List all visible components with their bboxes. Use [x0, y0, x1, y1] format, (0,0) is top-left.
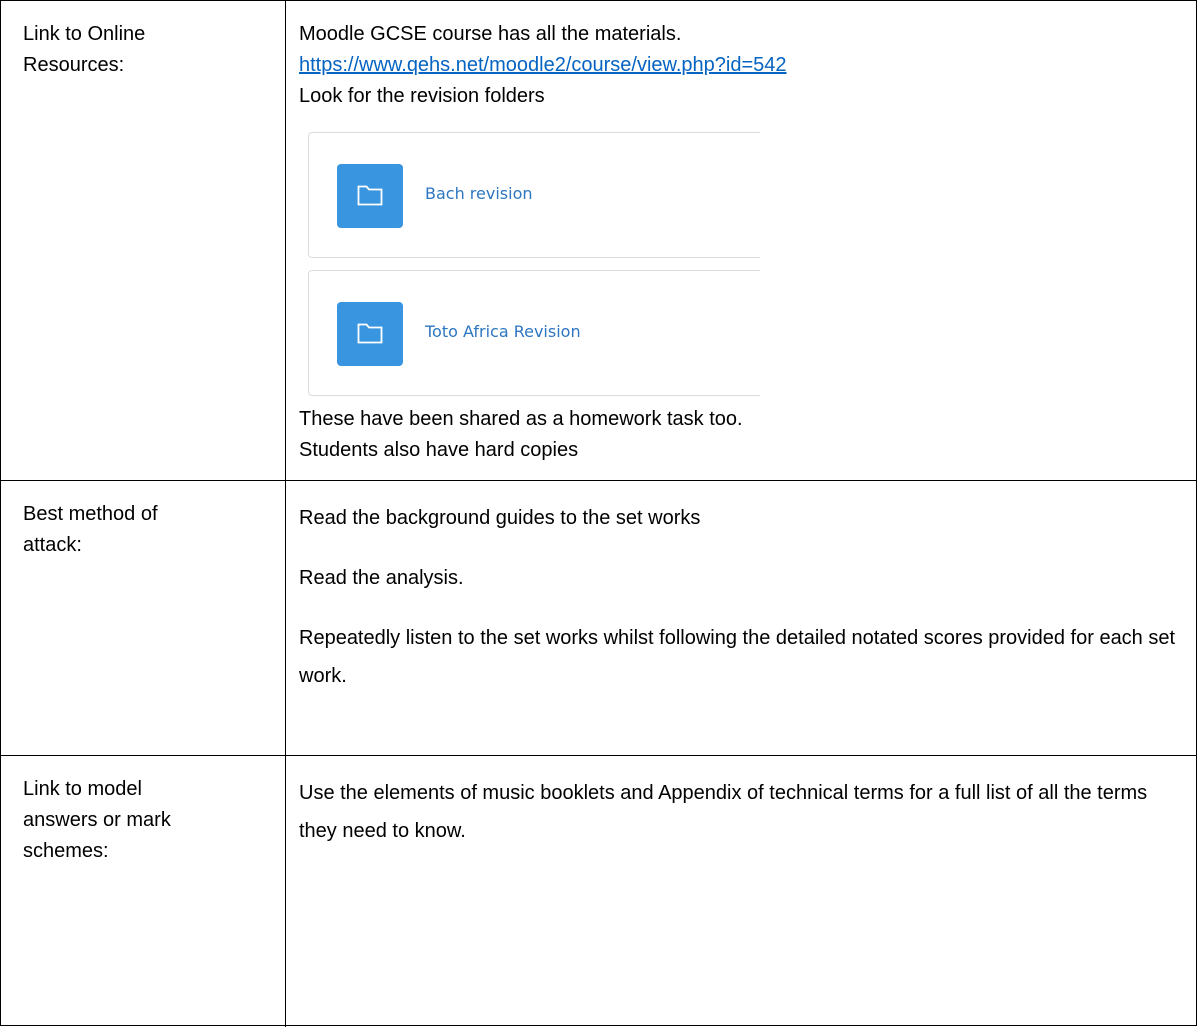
folder-link-toto-africa-revision[interactable]: Toto Africa Revision	[425, 322, 581, 341]
paragraph: Repeatedly listen to the set works whils…	[299, 627, 1176, 687]
folder-card-toto-africa-revision[interactable]: Toto Africa Revision	[308, 270, 760, 396]
table-row-model-answers: Link to model answers or mark schemes: U…	[1, 756, 1196, 1027]
homework-note: These have been shared as a homework tas…	[299, 408, 743, 430]
row-content-online-resources: Moodle GCSE course has all the materials…	[299, 19, 1179, 112]
row-label-model-answers: Link to model answers or mark schemes:	[23, 778, 171, 862]
paragraph: Read the analysis.	[299, 567, 464, 589]
look-for-text: Look for the revision folders	[299, 85, 545, 107]
resources-table: Link to Online Resources: Moodle GCSE co…	[0, 0, 1197, 1027]
paragraph: Read the background guides to the set wo…	[299, 507, 701, 529]
column-divider	[285, 1, 286, 480]
table-row-online-resources: Link to Online Resources: Moodle GCSE co…	[1, 1, 1196, 481]
hard-copies-note: Students also have hard copies	[299, 439, 579, 461]
row-content-best-method: Read the background guides to the set wo…	[299, 499, 1179, 695]
moodle-course-link[interactable]: https://www.qehs.net/moodle2/course/view…	[299, 50, 1179, 81]
paragraph: Use the elements of music booklets and A…	[299, 782, 1148, 842]
after-cards-text: These have been shared as a homework tas…	[299, 404, 1179, 466]
row-label-online-resources: Link to Online Resources:	[23, 23, 146, 76]
column-divider	[285, 481, 286, 755]
intro-text: Moodle GCSE course has all the materials…	[299, 23, 682, 45]
folder-card-bach-revision[interactable]: Bach revision	[308, 132, 760, 258]
column-divider	[285, 756, 286, 1027]
folder-link-bach-revision[interactable]: Bach revision	[425, 184, 533, 203]
row-label-best-method: Best method of attack:	[23, 503, 158, 556]
table-row-best-method: Best method of attack: Read the backgrou…	[1, 481, 1196, 756]
folder-icon	[337, 164, 403, 228]
folder-icon	[337, 302, 403, 366]
row-content-model-answers: Use the elements of music booklets and A…	[299, 774, 1179, 850]
